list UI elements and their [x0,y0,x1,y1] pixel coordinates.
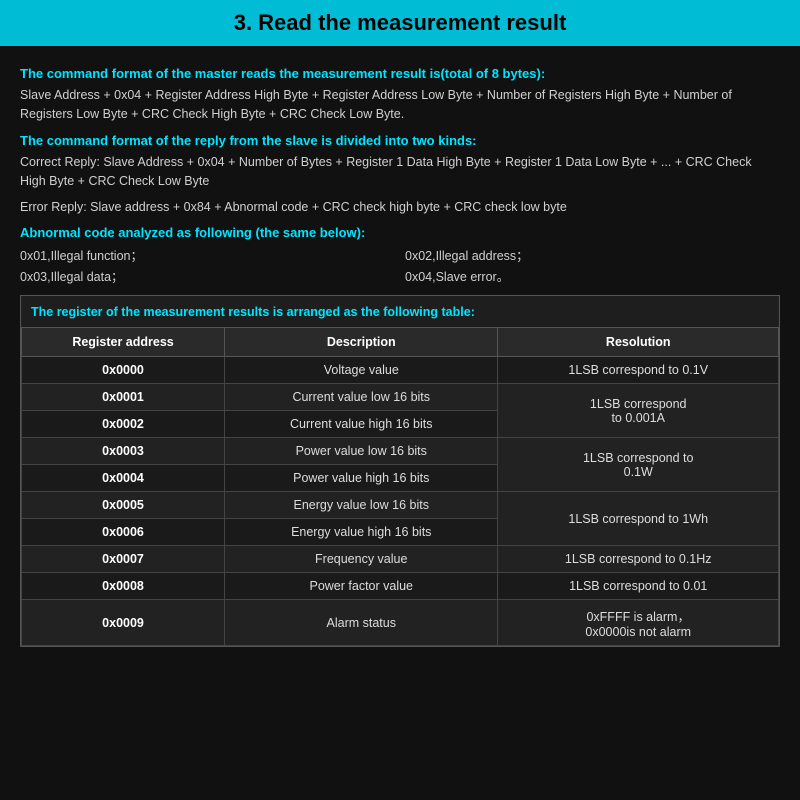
abnormal-header: Abnormal code analyzed as following (the… [20,225,780,240]
main-content: The command format of the master reads t… [0,46,800,800]
table-row: 0x0000Voltage value1LSB correspond to 0.… [22,357,779,384]
col-header-address: Register address [22,328,225,357]
abnormal-code-02: 0x02,Illegal address； [405,245,780,264]
register-table: Register address Description Resolution … [21,327,779,646]
master-format-header: The command format of the master reads t… [20,66,780,81]
abnormal-code-03: 0x03,Illegal data； [20,266,395,285]
table-intro: The register of the measurement results … [21,296,779,328]
page-title: 3. Read the measurement result [0,0,800,46]
table-row: 0x0007Frequency value1LSB correspond to … [22,546,779,573]
error-reply-text: Error Reply: Slave address + 0x84 + Abno… [20,198,780,217]
table-row: 0x0008Power factor value1LSB correspond … [22,573,779,600]
col-header-resolution: Resolution [498,328,779,357]
abnormal-code-01: 0x01,Illegal function； [20,245,395,264]
register-table-section: The register of the measurement results … [20,295,780,648]
table-row: 0x0009Alarm status0xFFFF is alarm， 0x000… [22,600,779,646]
master-format-text: Slave Address + 0x04 + Register Address … [20,86,780,125]
table-header-row: Register address Description Resolution [22,328,779,357]
table-row: 0x0001Current value low 16 bits1LSB corr… [22,384,779,411]
page-wrapper: 3. Read the measurement result The comma… [0,0,800,800]
correct-reply-text: Correct Reply: Slave Address + 0x04 + Nu… [20,153,780,192]
reply-format-header: The command format of the reply from the… [20,133,780,148]
table-row: 0x0003Power value low 16 bits1LSB corres… [22,438,779,465]
table-row: 0x0005Energy value low 16 bits1LSB corre… [22,492,779,519]
abnormal-code-04: 0x04,Slave error。 [405,266,780,285]
col-header-description: Description [225,328,498,357]
abnormal-codes-grid: 0x01,Illegal function； 0x02,Illegal addr… [20,245,780,285]
